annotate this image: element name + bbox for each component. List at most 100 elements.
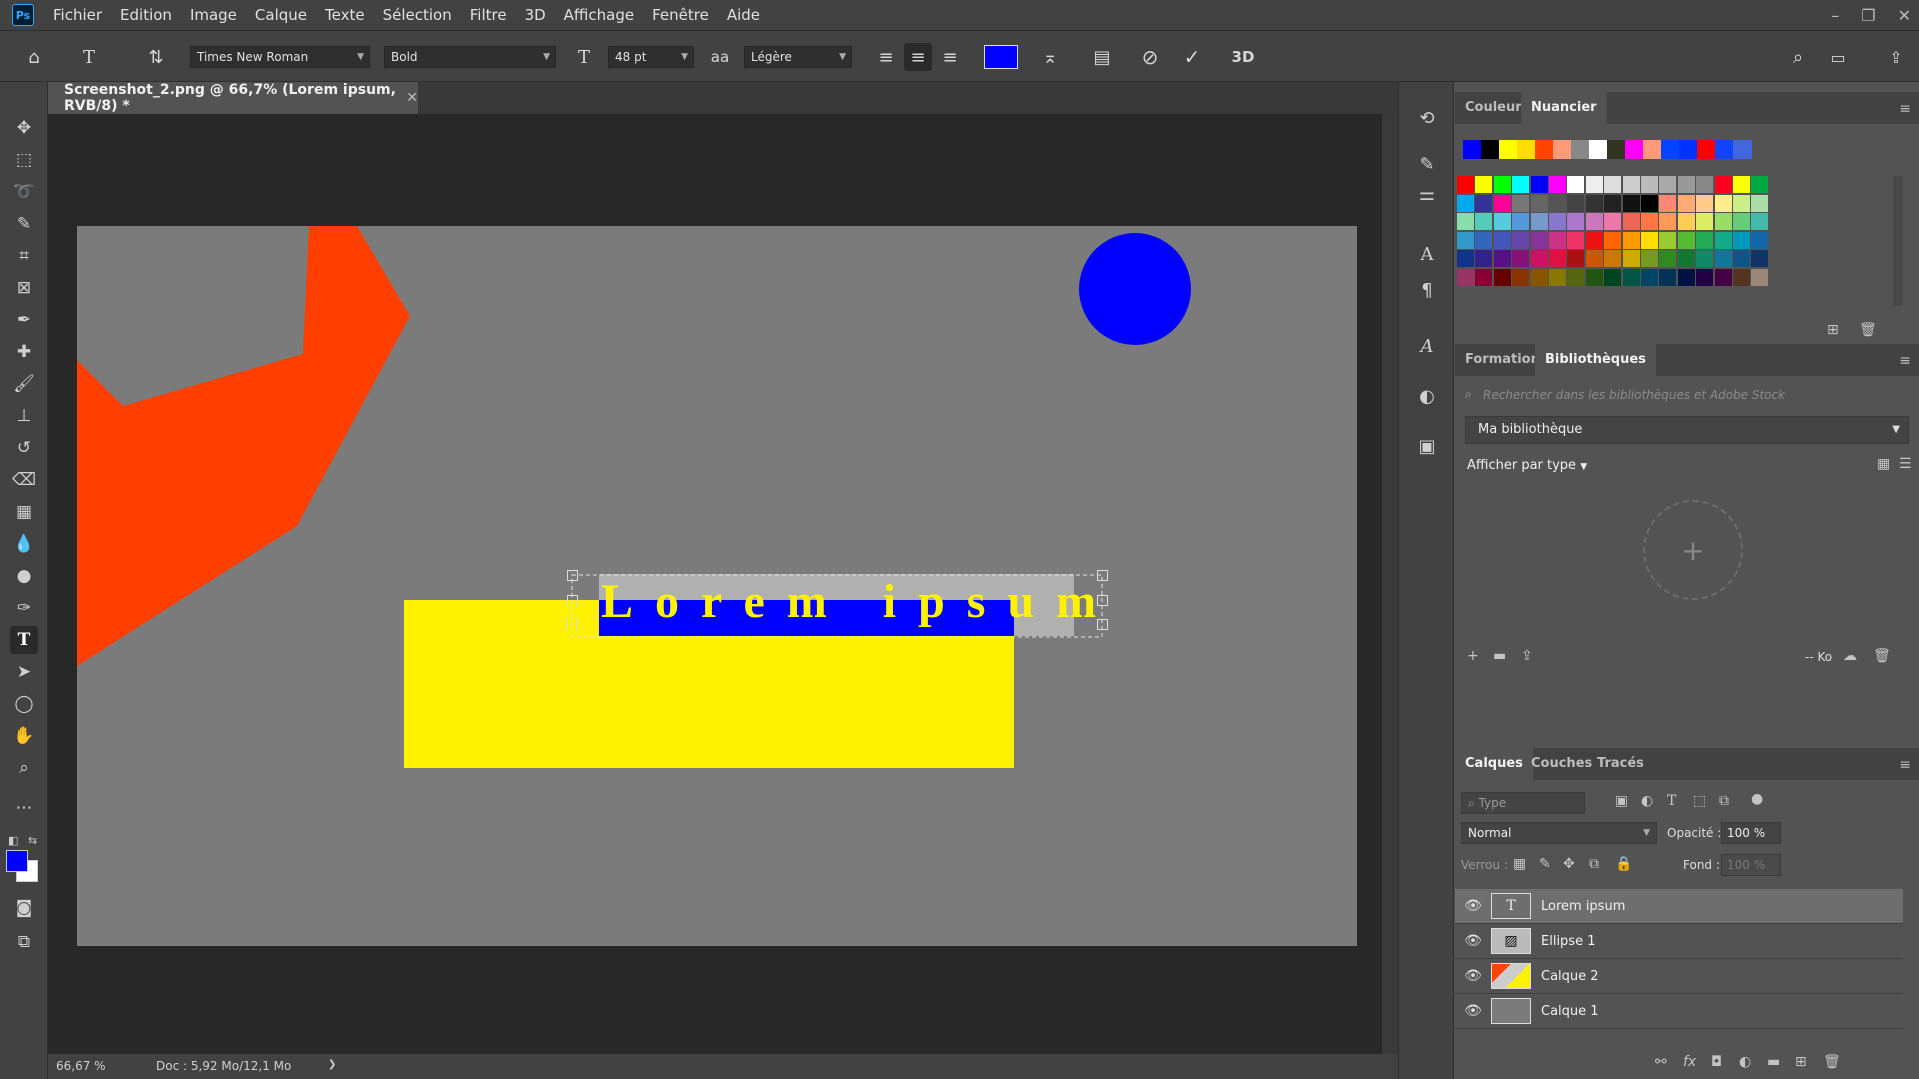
color-swatch[interactable] <box>1493 213 1511 230</box>
eyedropper-tool-icon[interactable]: ✒ <box>10 306 38 334</box>
3d-button[interactable]: 3D <box>1226 43 1260 71</box>
color-swatch[interactable] <box>1604 250 1622 267</box>
tab-traces[interactable]: Tracés <box>1587 748 1654 780</box>
gradient-tool-icon[interactable]: ▦ <box>10 498 38 526</box>
color-swatch[interactable] <box>1549 231 1566 249</box>
libraries-icon[interactable]: ▣ <box>1413 432 1441 460</box>
color-swatch[interactable] <box>1475 268 1493 286</box>
default-colors-icon[interactable]: ◧ <box>8 834 18 847</box>
filter-shape-icon[interactable]: ⬚ <box>1693 793 1706 809</box>
healing-brush-tool-icon[interactable]: ✚ <box>10 338 38 366</box>
type-tool-icon[interactable]: T <box>10 626 38 654</box>
color-swatch[interactable] <box>1677 250 1695 267</box>
color-swatch[interactable] <box>1457 231 1474 249</box>
recent-swatch[interactable] <box>1733 140 1752 159</box>
color-swatch[interactable] <box>1659 176 1677 193</box>
color-swatch[interactable] <box>1641 250 1658 267</box>
frame-tool-icon[interactable]: ⊠ <box>10 274 38 302</box>
add-to-library-icon[interactable]: + <box>1643 500 1743 600</box>
color-swatch[interactable] <box>1493 231 1511 249</box>
color-swatch[interactable] <box>1457 268 1474 286</box>
visibility-eye-icon[interactable]: 👁 <box>1455 898 1491 914</box>
color-swatch[interactable] <box>1549 194 1566 212</box>
color-swatch[interactable] <box>1641 176 1658 193</box>
color-swatch[interactable] <box>1751 176 1769 193</box>
ellipse-tool-icon[interactable]: ◯ <box>10 690 38 718</box>
warp-text-icon[interactable]: ⌅ <box>1036 43 1064 71</box>
adjustment-layer-icon[interactable]: ◐ <box>1739 1054 1751 1070</box>
color-swatch[interactable] <box>1696 194 1714 212</box>
zoom-tool-icon[interactable]: ⌕ <box>10 754 38 782</box>
color-swatch[interactable] <box>1622 194 1640 212</box>
recent-swatch[interactable] <box>1607 140 1626 159</box>
more-tools-icon[interactable]: ⋯ <box>10 794 38 822</box>
library-search-input[interactable]: Rechercher dans les bibliothèques et Ado… <box>1483 388 1785 402</box>
color-swatch[interactable] <box>1585 250 1603 267</box>
lock-position-icon[interactable]: ✥ <box>1563 856 1575 872</box>
text-tool-preset-icon[interactable]: T <box>75 43 103 71</box>
search-icon[interactable]: ⌕ <box>1784 43 1812 71</box>
color-swatch[interactable] <box>1585 268 1603 286</box>
lorem-ipsum-text[interactable]: Lorem ipsum <box>601 572 1118 632</box>
history-brush-tool-icon[interactable]: ↺ <box>10 434 38 462</box>
font-style-select[interactable]: Bold ▼ <box>384 46 556 68</box>
close-tab-icon[interactable]: ✕ <box>406 90 418 106</box>
color-swatch[interactable] <box>1585 231 1603 249</box>
menu-fichier[interactable]: Fichier <box>44 0 111 30</box>
align-left-icon[interactable]: ≡ <box>872 43 900 71</box>
visibility-eye-icon[interactable]: 👁 <box>1455 933 1491 949</box>
new-group-icon[interactable]: ▬ <box>1767 1054 1780 1070</box>
color-swatch[interactable] <box>1475 176 1493 193</box>
zoom-level[interactable]: 66,67 % <box>56 1059 106 1073</box>
color-swatch[interactable] <box>1549 268 1566 286</box>
screen-mode-icon[interactable]: ⧉ <box>10 928 38 956</box>
share-icon[interactable]: ⇪ <box>1882 43 1910 71</box>
fill-input[interactable]: 100 % <box>1721 854 1781 876</box>
color-swatch[interactable] <box>1659 213 1677 230</box>
font-family-select[interactable]: Times New Roman ▼ <box>190 46 370 68</box>
color-swatch[interactable] <box>1733 213 1750 230</box>
transform-handle-mr[interactable] <box>1097 595 1108 606</box>
color-swatch[interactable] <box>1641 213 1658 230</box>
quick-mask-icon[interactable]: ◙ <box>10 894 38 922</box>
font-size-select[interactable]: 48 pt ▼ <box>608 46 694 68</box>
color-swatch[interactable] <box>1733 231 1750 249</box>
color-swatch[interactable] <box>1659 194 1677 212</box>
path-selection-tool-icon[interactable]: ➤ <box>10 658 38 686</box>
antialias-select[interactable]: Légère ▼ <box>744 46 852 68</box>
color-swatch[interactable] <box>1475 250 1493 267</box>
color-swatch[interactable] <box>1475 213 1493 230</box>
layer-row[interactable]: 👁 ▨ Ellipse 1 <box>1455 924 1903 959</box>
color-swatch[interactable] <box>1475 231 1493 249</box>
recent-swatch[interactable] <box>1643 140 1662 159</box>
color-swatch[interactable] <box>1604 231 1622 249</box>
color-swatch[interactable] <box>1604 268 1622 286</box>
recent-swatch[interactable] <box>1661 140 1680 159</box>
color-swatch[interactable] <box>1677 231 1695 249</box>
visibility-eye-icon[interactable]: 👁 <box>1455 1003 1491 1019</box>
commit-icon[interactable]: ✓ <box>1178 43 1206 71</box>
tab-bibliotheques[interactable]: Bibliothèques <box>1535 344 1656 376</box>
recent-swatch[interactable] <box>1697 140 1716 159</box>
color-swatch[interactable] <box>1751 250 1769 267</box>
transform-handle-ml[interactable] <box>567 595 578 606</box>
menu-affichage[interactable]: Affichage <box>555 0 643 30</box>
minimize-icon[interactable]: – <box>1831 6 1839 25</box>
recent-swatch[interactable] <box>1589 140 1608 159</box>
color-swatch[interactable] <box>1714 194 1732 212</box>
document-tab[interactable]: Screenshot_2.png @ 66,7% (Lorem ipsum, R… <box>48 82 418 114</box>
color-swatch[interactable] <box>1512 250 1530 267</box>
color-swatch[interactable] <box>1457 250 1474 267</box>
recent-swatch[interactable] <box>1679 140 1698 159</box>
color-swatch[interactable] <box>1733 268 1750 286</box>
color-swatch[interactable] <box>1622 231 1640 249</box>
color-swatch[interactable] <box>1641 194 1658 212</box>
recent-swatch[interactable] <box>1463 140 1482 159</box>
color-swatch[interactable] <box>1641 231 1658 249</box>
tab-nuancier[interactable]: Nuancier <box>1521 92 1607 124</box>
align-right-icon[interactable]: ≡ <box>936 43 964 71</box>
menu-selection[interactable]: Sélection <box>374 0 461 30</box>
menu-aide[interactable]: Aide <box>718 0 769 30</box>
lock-transparent-icon[interactable]: ▦ <box>1513 856 1526 872</box>
color-swatch[interactable] <box>1677 213 1695 230</box>
